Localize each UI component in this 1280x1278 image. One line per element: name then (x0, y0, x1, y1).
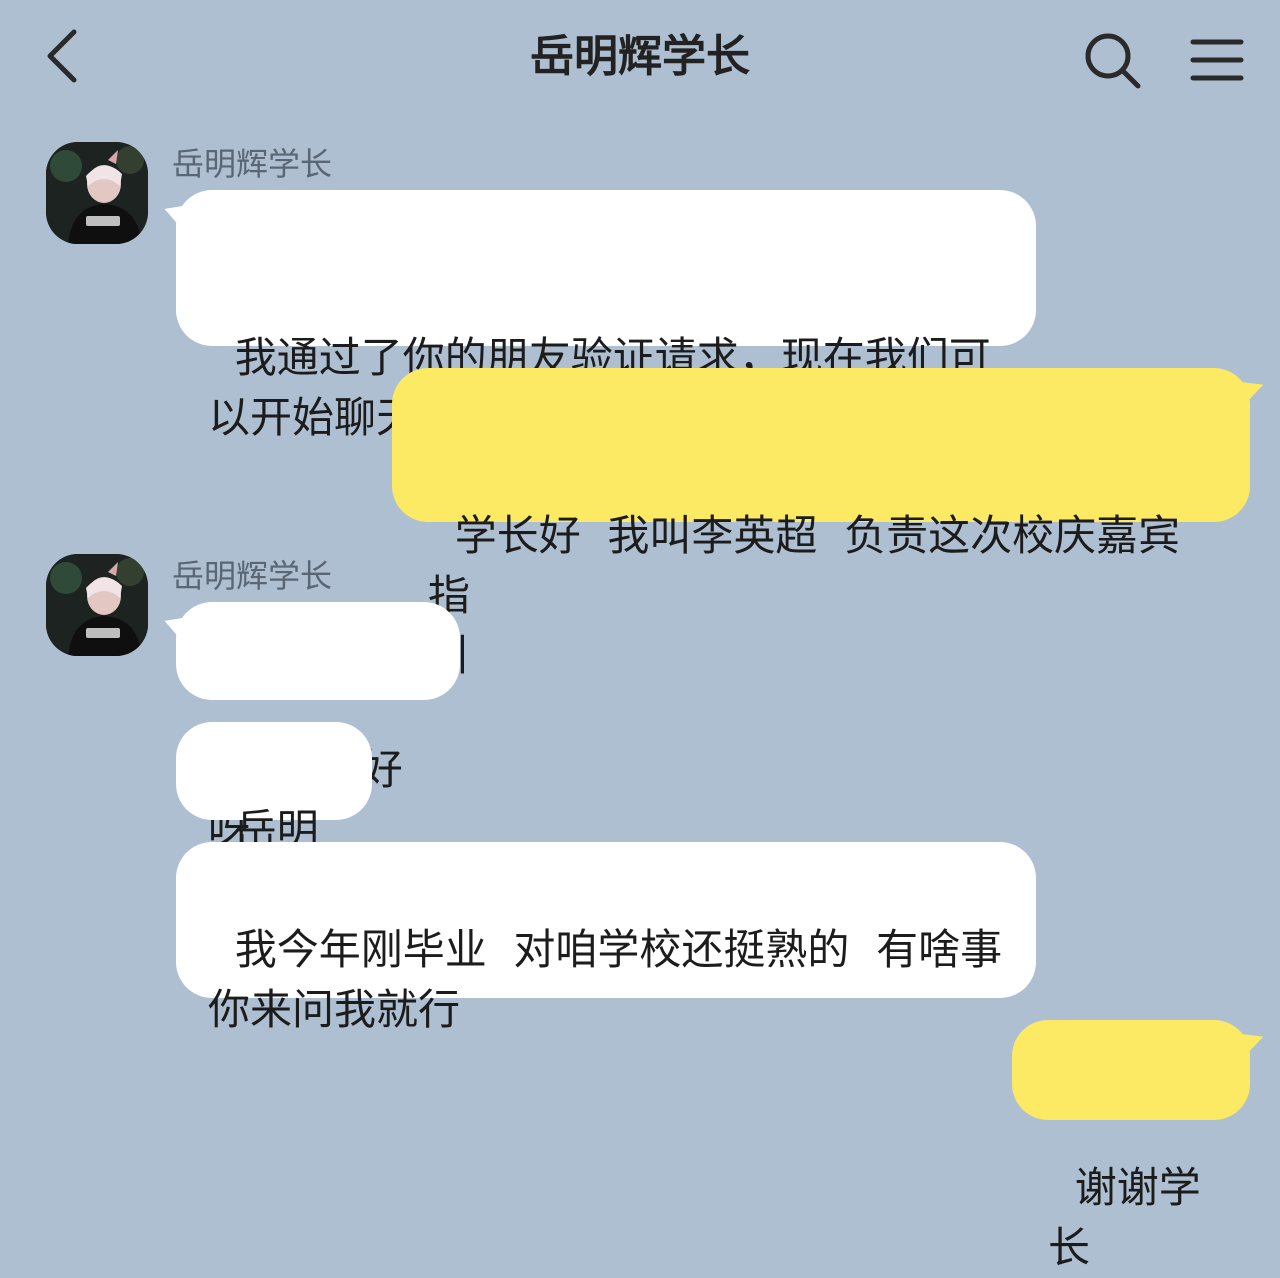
menu-button[interactable] (1185, 30, 1249, 90)
bubble-tail (161, 611, 185, 637)
bubble-tail (1241, 1027, 1267, 1053)
message-bubble-outgoing[interactable]: 谢谢学长 (1012, 1020, 1267, 1272)
message-bubble-incoming[interactable]: 你好你好呀 (161, 602, 460, 854)
chevron-left-icon (47, 29, 77, 83)
back-button[interactable] (34, 24, 94, 88)
search-icon (1085, 33, 1141, 89)
message-text: 我今年刚毕业 对咱学校还挺熟的 有啥事 你来问我就行 (208, 925, 1003, 1034)
message-text: 学长好 我叫李英超 负责这次校庆嘉宾指 引 (428, 511, 1181, 680)
sender-name: 岳明辉学长 (172, 145, 333, 183)
contact-avatar[interactable] (46, 554, 148, 656)
sender-name: 岳明辉学长 (172, 557, 333, 595)
message-bubble-incoming[interactable]: 我今年刚毕业 对咱学校还挺熟的 有啥事 你来问我就行 (176, 842, 1036, 1034)
hamburger-menu-icon (1190, 39, 1244, 81)
message-bubble-incoming[interactable]: 岳明辉 (176, 722, 372, 914)
message-bubble-incoming[interactable]: 我通过了你的朋友验证请求，现在我们可 以开始聊天了 (161, 190, 1036, 442)
message-bubble-outgoing[interactable]: 学长好 我叫李英超 负责这次校庆嘉宾指 引 (392, 368, 1267, 680)
search-button[interactable] (1080, 28, 1144, 92)
bubble-tail (161, 199, 185, 225)
avatar-photo-icon (46, 142, 148, 244)
chat-header: 岳明辉学长 (0, 0, 1280, 120)
message-text: 谢谢学长 (1048, 1163, 1201, 1272)
avatar-photo-icon (46, 554, 148, 656)
contact-avatar[interactable] (46, 142, 148, 244)
bubble-tail (1241, 375, 1267, 401)
